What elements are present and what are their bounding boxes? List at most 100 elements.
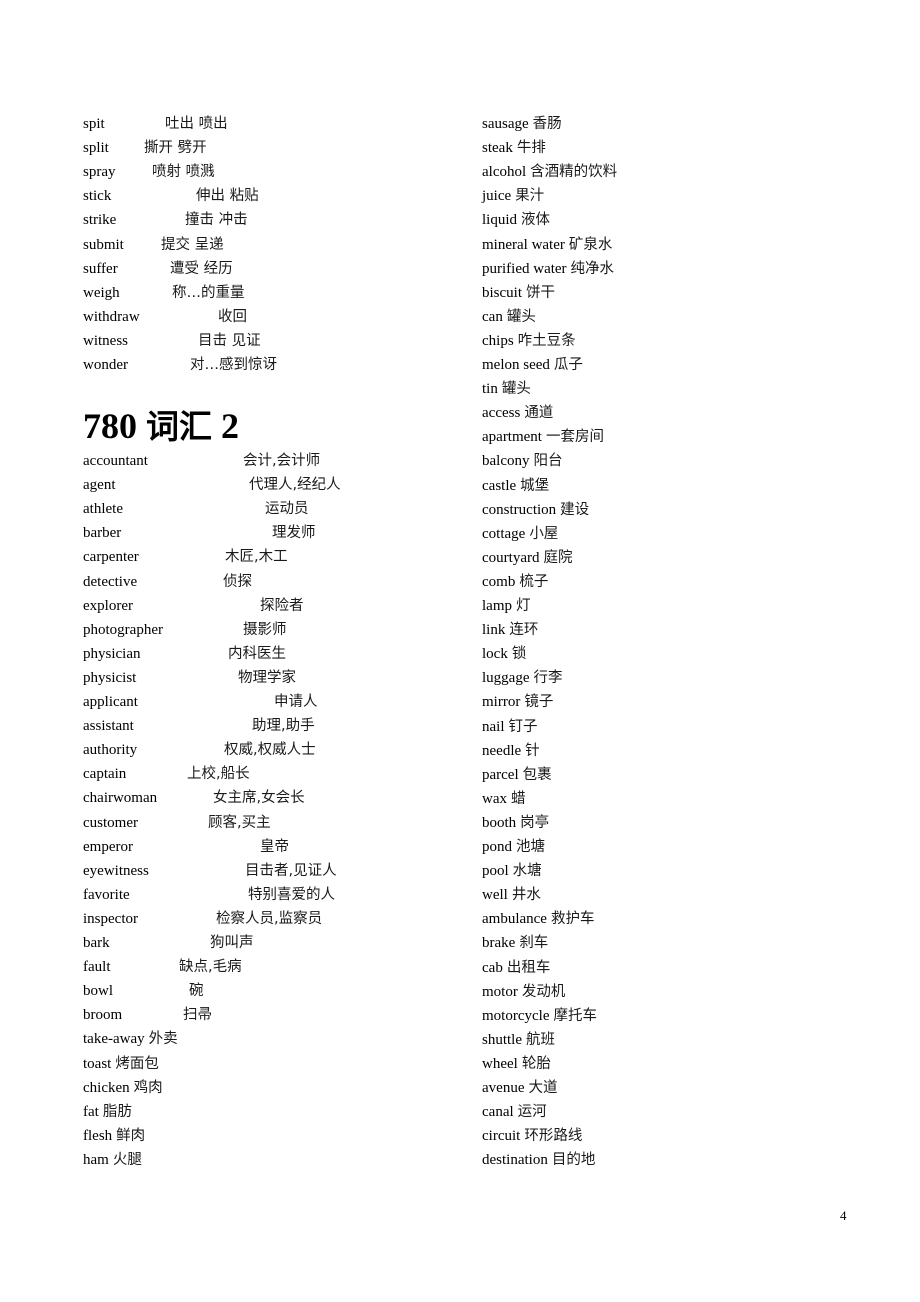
vocab-english: favorite [83, 886, 130, 903]
vocab-english: fat [83, 1103, 99, 1120]
vocab-english: construction [482, 501, 557, 518]
vocab-english: physicist [83, 669, 137, 686]
vocab-chinese: 环形路线 [524, 1128, 583, 1145]
vocab-entry: wax 蜡 [482, 787, 526, 811]
vocab-chinese: 建设 [560, 501, 590, 518]
vocab-english: pool [482, 863, 509, 880]
vocab-english: tin [482, 381, 498, 398]
vocab-english: nail [482, 718, 505, 735]
vocab-entry: motorcycle 摩托车 [482, 1004, 597, 1028]
vocab-entry: toast 烤面包 [83, 1052, 159, 1076]
vocab-english: applicant [83, 694, 138, 710]
vocab-english: castle [482, 477, 517, 494]
vocab-entry: tin 罐头 [482, 377, 531, 401]
section-heading-title: 词汇 [146, 407, 212, 446]
vocab-entry: castle 城堡 [482, 474, 549, 498]
vocab-english: alcohol [482, 164, 527, 181]
vocab-entry: pond 池塘 [482, 835, 545, 859]
vocab-chinese: 提交 呈递 [161, 236, 224, 253]
vocab-english: well [482, 887, 508, 904]
document-page: spit 吐出 喷出 split 撕开 劈开 spray 喷射 喷溅 stick 伸出 粘贴 s… [0, 0, 920, 1302]
vocab-chinese: 运河 [517, 1104, 547, 1121]
vocab-english: fault [83, 959, 111, 976]
vocab-entry: luggage 行李 [482, 666, 562, 690]
vocab-chinese: 罐头 [506, 308, 536, 325]
vocab-english: ham [83, 1151, 109, 1168]
vocab-english: brake [482, 935, 516, 952]
vocab-english: ambulance [482, 911, 547, 928]
vocab-english: barber [83, 525, 122, 542]
vocab-english: take-away [83, 1031, 145, 1048]
vocab-english: suffer [83, 260, 118, 277]
vocab-english: bark [83, 935, 110, 951]
vocab-chinese: 称…的重量 [172, 284, 245, 301]
vocab-chinese: 罐头 [501, 381, 531, 398]
vocab-english: spit [83, 116, 105, 132]
vocab-chinese: 脂肪 [102, 1103, 132, 1120]
vocab-entry: circuit 环形路线 [482, 1124, 582, 1148]
vocab-entry: chicken 鸡肉 [83, 1076, 163, 1100]
vocab-chinese: 申请人 [274, 694, 318, 710]
vocab-english: witness [83, 332, 128, 349]
vocab-english: apartment [482, 429, 542, 446]
vocab-chinese: 喷射 喷溅 [152, 164, 215, 181]
vocab-chinese: 救护车 [550, 911, 595, 928]
vocab-english: cab [482, 959, 503, 976]
vocab-chinese: 烤面包 [115, 1055, 159, 1072]
vocab-chinese: 检察人员,监察员 [216, 910, 323, 927]
vocab-english: physician [83, 645, 141, 662]
vocab-entry: booth 岗亭 [482, 811, 549, 835]
vocab-entry: melon seed 瓜子 [482, 353, 583, 377]
vocab-english: parcel [482, 766, 519, 783]
vocab-chinese: 会计,会计师 [243, 453, 321, 469]
vocab-english: athlete [83, 501, 123, 518]
vocab-chinese: 庭院 [543, 549, 573, 566]
vocab-entry: alcohol 含酒精的饮料 [482, 160, 617, 184]
vocab-english: motorcycle [482, 1007, 550, 1024]
vocab-entry: ham 火腿 [83, 1148, 142, 1172]
vocab-english: emperor [83, 838, 133, 855]
vocab-entry: fat 脂肪 [83, 1100, 132, 1124]
vocab-entry: motor 发动机 [482, 980, 565, 1004]
vocab-chinese: 外卖 [148, 1031, 178, 1048]
vocab-english: detective [83, 573, 138, 590]
vocab-chinese: 连环 [509, 622, 539, 639]
vocab-chinese: 内科医生 [228, 645, 286, 662]
vocab-entry: destination 目的地 [482, 1148, 595, 1172]
vocab-entry: construction 建设 [482, 498, 589, 522]
vocab-chinese: 池塘 [516, 839, 545, 855]
vocab-entry: flesh 鲜肉 [83, 1124, 145, 1148]
vocab-chinese: 摩托车 [553, 1007, 597, 1024]
vocab-chinese: 收回 [218, 308, 247, 325]
vocab-english: needle [482, 742, 522, 759]
vocab-entry: chips 咋土豆条 [482, 329, 576, 353]
vocab-chinese: 镜子 [524, 694, 554, 711]
section-heading: 780 词汇 2 [83, 402, 239, 451]
vocab-chinese: 香肠 [532, 116, 562, 132]
vocab-english: melon seed [482, 357, 550, 373]
vocab-english: shuttle [482, 1031, 522, 1048]
vocab-entry: wheel 轮胎 [482, 1052, 551, 1076]
vocab-english: captain [83, 766, 127, 783]
vocab-chinese: 矿泉水 [568, 236, 613, 253]
vocab-chinese: 刹车 [519, 935, 549, 952]
vocab-english: chairwoman [83, 790, 158, 807]
vocab-chinese: 木匠,木工 [225, 549, 288, 566]
vocab-entry: lock 锁 [482, 642, 526, 666]
vocab-chinese: 特别喜爱的人 [248, 886, 335, 903]
vocab-english: customer [83, 814, 138, 831]
vocab-entry: cottage 小屋 [482, 522, 558, 546]
vocab-chinese: 城堡 [520, 477, 550, 494]
vocab-chinese: 航班 [526, 1031, 555, 1048]
vocab-entry: sausage 香肠 [482, 112, 562, 136]
vocab-english: access [482, 405, 521, 422]
vocab-english: purified water [482, 260, 567, 277]
vocab-english: lock [482, 646, 508, 663]
vocab-chinese: 代理人,经纪人 [249, 477, 341, 494]
vocab-chinese: 目击 见证 [198, 332, 261, 349]
vocab-english: mineral water [482, 236, 565, 253]
section-heading-suffix: 2 [221, 406, 239, 446]
vocab-english: strike [83, 212, 117, 229]
vocab-chinese: 摄影师 [243, 621, 287, 638]
vocab-entry: lamp 灯 [482, 594, 531, 618]
